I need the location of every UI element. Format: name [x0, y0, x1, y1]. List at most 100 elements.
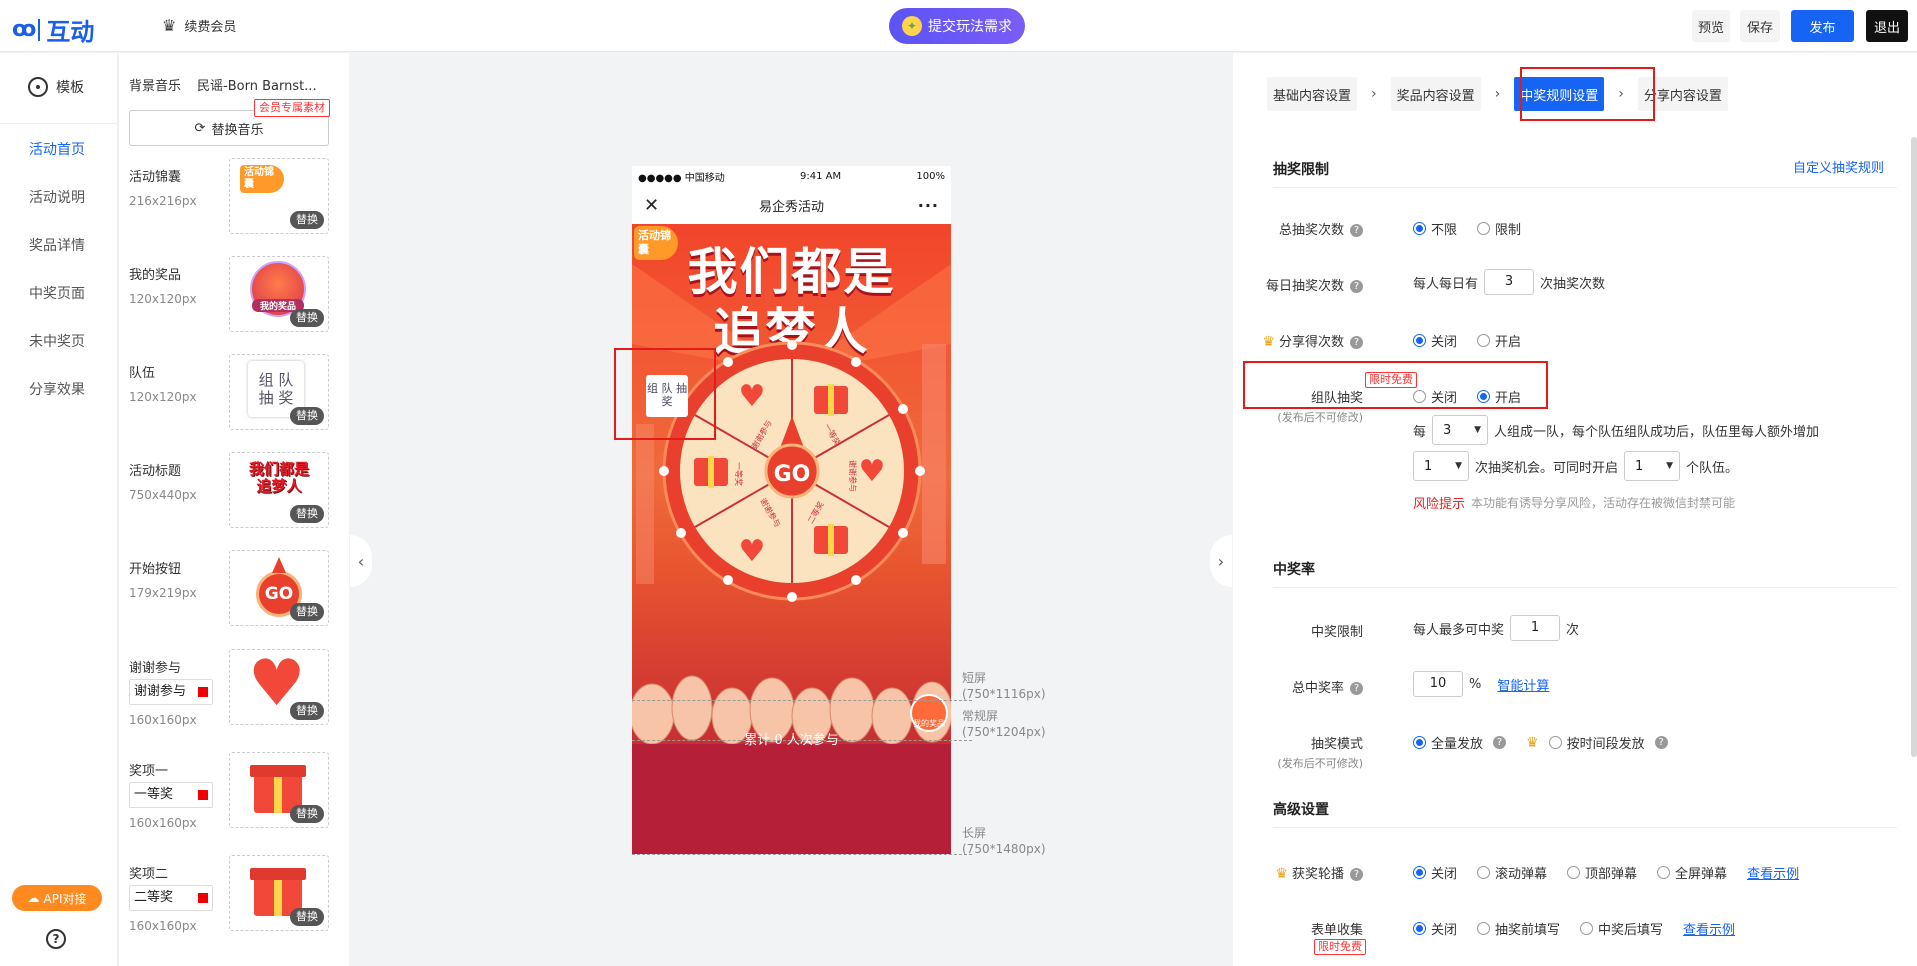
carousel-off-radio[interactable]: 关闭: [1413, 863, 1457, 882]
help-icon[interactable]: ?: [1350, 868, 1363, 881]
nav-item-prize-detail[interactable]: 奖品详情: [29, 235, 85, 255]
replace-button[interactable]: 替换: [290, 211, 324, 229]
help-icon[interactable]: ?: [1350, 682, 1363, 695]
asset-size: 160x160px: [129, 919, 197, 933]
form-example-link[interactable]: 查看示例: [1683, 919, 1735, 938]
color-swatch[interactable]: [198, 687, 208, 697]
carousel-scroll-radio[interactable]: 滚动弹幕: [1477, 863, 1547, 882]
replace-button[interactable]: 替换: [290, 309, 324, 327]
team-count-select[interactable]: 1 ▼: [1624, 451, 1681, 481]
replace-button[interactable]: 替换: [290, 505, 324, 523]
asset-thumb[interactable]: 我的奖品 替换: [229, 256, 329, 332]
nav-item-share[interactable]: 分享效果: [29, 379, 85, 399]
team-extra-select[interactable]: 1 ▼: [1413, 451, 1469, 481]
api-label: API对接: [43, 891, 87, 906]
settings-scrollbar[interactable]: [1911, 137, 1917, 757]
custom-rule-link[interactable]: 自定义抽奖规则: [1793, 157, 1884, 176]
long-screen-label: 长屏 (750*1480px): [962, 826, 1046, 856]
help-icon[interactable]: ?: [1654, 736, 1668, 749]
replace-button[interactable]: 替换: [290, 603, 324, 621]
close-icon[interactable]: ✕: [644, 195, 659, 216]
nav-item-description[interactable]: 活动说明: [29, 187, 85, 207]
color-swatch[interactable]: [198, 790, 208, 800]
color-swatch[interactable]: [198, 893, 208, 903]
nav-item-win-page[interactable]: 中奖页面: [29, 283, 85, 303]
asset-name: 队伍: [129, 366, 156, 381]
help-icon[interactable]: ?: [1350, 224, 1363, 237]
mode-all-radio[interactable]: 全量发放: [1413, 733, 1483, 752]
asset-thumb[interactable]: 替换: [229, 855, 329, 931]
daily-prefix: 每人每日有: [1413, 276, 1479, 292]
nav-item-home[interactable]: 活动首页: [29, 139, 85, 159]
radio-dot: [1413, 222, 1426, 235]
more-icon[interactable]: ···: [918, 196, 939, 215]
help-icon[interactable]: ?: [1493, 736, 1507, 749]
top-bar: ꝏ 互动 ♛ 续费会员 ✦ 提交玩法需求 预览 保存 发布 退出: [0, 0, 1917, 52]
nav-divider: [0, 123, 118, 124]
team-text3: 个队伍。: [1686, 460, 1739, 476]
mode-timed-radio[interactable]: 按时间段发放: [1548, 733, 1645, 752]
api-button[interactable]: ☁ API对接: [12, 885, 102, 911]
total-rate-input[interactable]: 10: [1413, 671, 1463, 697]
logo[interactable]: ꝏ 互动: [12, 12, 94, 47]
smart-calc-link[interactable]: 智能计算: [1497, 675, 1549, 694]
asset-text-input[interactable]: 二等奖: [129, 885, 213, 911]
asset-text-input[interactable]: 一等奖: [129, 782, 213, 808]
submit-request-button[interactable]: ✦ 提交玩法需求: [889, 8, 1025, 44]
nav-item-lose-page[interactable]: 未中奖页: [29, 331, 85, 351]
save-button[interactable]: 保存: [1740, 10, 1780, 42]
replace-button[interactable]: 替换: [290, 702, 324, 720]
team-size-select[interactable]: 3 ▼: [1432, 415, 1489, 445]
asset-size: 160x160px: [129, 816, 197, 830]
carousel-full-radio[interactable]: 全屏弹幕: [1657, 863, 1727, 882]
clock: 9:41 AM: [800, 170, 842, 182]
highlight-team-badge: [614, 348, 716, 440]
team-config-row1: 每 3 ▼ 人组成一队，每个队伍组队成功后，队伍里每人额外增加: [1413, 415, 1819, 445]
tab-prize-content[interactable]: 奖品内容设置: [1390, 77, 1481, 111]
daily-draws-label: 每日抽奖次数?: [1233, 275, 1363, 294]
help-icon[interactable]: ?: [46, 929, 66, 949]
help-icon[interactable]: ?: [1350, 336, 1363, 349]
heart-icon: ♥: [739, 534, 766, 569]
asset-thumb[interactable]: 组 队 抽 奖 替换: [229, 354, 329, 430]
share-on-radio[interactable]: 开启: [1477, 331, 1521, 350]
asset-thumb[interactable]: 活动锦囊 替换: [229, 158, 329, 234]
preview-button[interactable]: 预览: [1692, 10, 1730, 42]
publish-button[interactable]: 发布: [1791, 10, 1854, 42]
tab-basic-content[interactable]: 基础内容设置: [1267, 77, 1358, 111]
draw-mode-options: 全量发放 ? ♛ 按时间段发放 ?: [1413, 733, 1668, 752]
total-draws-options: 不限 限制: [1413, 219, 1535, 238]
replace-button[interactable]: 替换: [290, 407, 324, 425]
form-after-radio[interactable]: 中奖后填写: [1580, 919, 1663, 938]
carousel-example-link[interactable]: 查看示例: [1747, 863, 1799, 882]
poster-footer: [632, 744, 951, 854]
total-unlimited-radio[interactable]: 不限: [1413, 219, 1457, 238]
asset-thumb[interactable]: 替换: [229, 752, 329, 828]
form-off-radio[interactable]: 关闭: [1413, 919, 1457, 938]
replace-button[interactable]: 替换: [290, 805, 324, 823]
asset-thumb[interactable]: ♥ 替换: [229, 649, 329, 725]
asset-thumb[interactable]: GO 替换: [229, 550, 329, 626]
asset-thumb[interactable]: 我们都是追梦人 替换: [229, 452, 329, 528]
form-before-radio[interactable]: 抽奖前填写: [1477, 919, 1560, 938]
help-icon[interactable]: ?: [1350, 280, 1363, 293]
radio-dot: [1413, 736, 1426, 749]
total-limited-radio[interactable]: 限制: [1477, 219, 1521, 238]
radio-label: 关闭: [1431, 335, 1458, 350]
collapse-left-button[interactable]: ‹: [350, 535, 372, 587]
collapse-right-button[interactable]: ›: [1210, 535, 1232, 587]
asset-text-input[interactable]: 谢谢参与: [129, 679, 213, 705]
replace-music-button[interactable]: ⟳ 替换音乐 会员专属素材: [129, 99, 330, 146]
heart-icon: ♥: [859, 454, 886, 489]
replace-button[interactable]: 替换: [290, 908, 324, 926]
asset-name: 谢谢参与: [129, 661, 182, 676]
vip-renew[interactable]: ♛ 续费会员: [162, 16, 236, 35]
win-limit-input[interactable]: 1: [1510, 615, 1561, 641]
daily-draws-input[interactable]: 3: [1484, 269, 1535, 295]
exit-button[interactable]: 退出: [1866, 10, 1908, 42]
template-button[interactable]: 模板: [28, 77, 84, 97]
share-off-radio[interactable]: 关闭: [1413, 331, 1457, 350]
wheel-slice-label: 一等奖: [734, 462, 744, 486]
carousel-top-radio[interactable]: 顶部弹幕: [1567, 863, 1637, 882]
chevron-right-icon: ›: [1494, 86, 1501, 102]
